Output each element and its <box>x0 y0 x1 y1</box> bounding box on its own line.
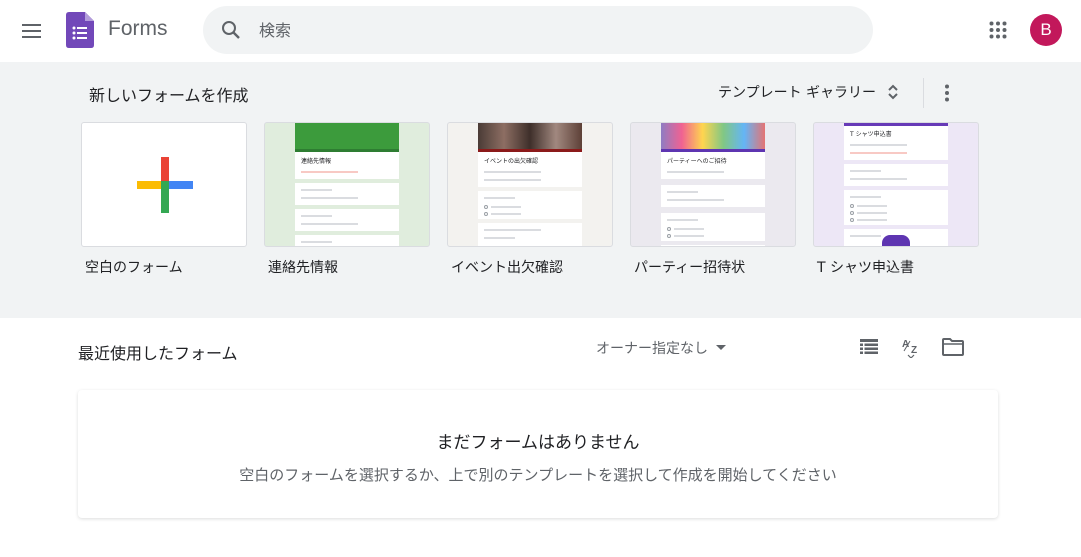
template-label-party[interactable]: パーティー招待状 <box>634 257 745 277</box>
template-thumb-tshirt: T シャツ申込書 <box>844 123 948 246</box>
template-thumb-event: イベントの出欠確認 <box>478 123 582 246</box>
search-input[interactable] <box>259 20 839 40</box>
empty-state-title: まだフォームはありません <box>436 433 640 453</box>
template-label-contact[interactable]: 連絡先情報 <box>268 257 338 277</box>
template-thumb-party: パーティーへのご招待 <box>661 123 765 246</box>
unfold-icon <box>888 84 898 100</box>
template-label-blank[interactable]: 空白のフォーム <box>85 257 183 277</box>
folder-icon <box>942 338 964 356</box>
sort-button[interactable]: A Z <box>898 334 924 360</box>
search-button[interactable] <box>203 6 259 54</box>
menu-icon <box>22 24 41 38</box>
header-divider <box>923 78 924 108</box>
google-apps-button[interactable] <box>980 12 1016 48</box>
template-section: 新しいフォームを作成 テンプレート ギャラリー 空白のフォーム 連絡先情報 連絡… <box>0 62 1081 318</box>
sort-az-icon: A Z <box>902 339 917 358</box>
template-more-button[interactable] <box>934 80 960 106</box>
template-gallery-label: テンプレート ギャラリー <box>718 85 877 101</box>
template-card-contact[interactable]: 連絡先情報 <box>264 122 430 247</box>
arrow-drop-down-icon <box>716 345 726 350</box>
template-label-tshirt[interactable]: T シャツ申込書 <box>817 257 914 277</box>
account-avatar[interactable]: B <box>1030 14 1062 46</box>
main-menu-button[interactable] <box>14 13 50 49</box>
template-card-event[interactable]: イベントの出欠確認 <box>447 122 613 247</box>
more-vert-icon <box>945 84 949 102</box>
plus-icon <box>137 157 193 213</box>
search-icon <box>222 21 240 39</box>
template-card-tshirt[interactable]: T シャツ申込書 <box>813 122 979 247</box>
template-label-event[interactable]: イベント出欠確認 <box>451 257 563 277</box>
list-view-icon <box>860 339 878 354</box>
recent-forms-title: 最近使用したフォーム <box>78 344 238 363</box>
template-thumb-contact: 連絡先情報 <box>295 123 399 246</box>
template-card-blank[interactable] <box>81 122 247 247</box>
owner-filter-dropdown[interactable]: オーナー指定なし <box>596 338 726 358</box>
template-section-title: 新しいフォームを作成 <box>89 86 249 105</box>
svg-text:Z: Z <box>911 345 917 356</box>
empty-state-card: まだフォームはありません 空白のフォームを選択するか、上で別のテンプレートを選択… <box>78 390 998 518</box>
template-gallery-button[interactable]: テンプレート ギャラリー <box>718 82 900 102</box>
owner-filter-label: オーナー指定なし <box>596 341 708 357</box>
search-bar <box>203 6 873 54</box>
apps-grid-icon <box>989 21 1007 39</box>
empty-state-description: 空白のフォームを選択するか、上で別のテンプレートを選択して作成を開始してください <box>239 466 837 484</box>
template-card-party[interactable]: パーティーへのご招待 <box>630 122 796 247</box>
app-name[interactable]: Forms <box>108 17 168 41</box>
app-header: Forms B <box>0 0 1081 62</box>
forms-logo-icon[interactable] <box>66 12 94 48</box>
open-file-picker-button[interactable] <box>940 334 966 360</box>
list-view-button[interactable] <box>856 334 882 360</box>
